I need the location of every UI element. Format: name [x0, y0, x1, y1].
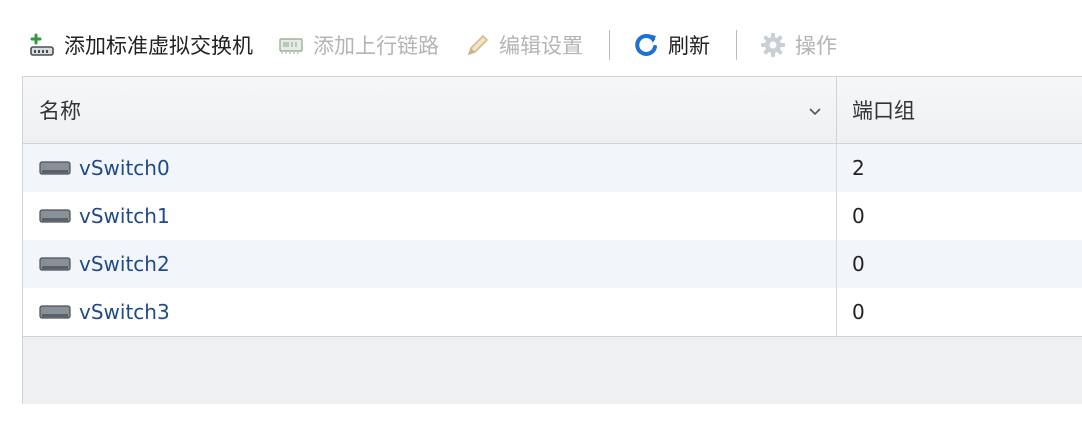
- column-header-name-label: 名称: [39, 99, 81, 123]
- toolbar-divider: [609, 30, 610, 60]
- toolbar: 添加标准虚拟交换机 添加上行链路 编辑设置 刷新 操作: [0, 20, 1082, 70]
- network-card-icon: [277, 31, 305, 59]
- actions-label: 操作: [795, 34, 837, 58]
- vswitch-link[interactable]: vSwitch3: [79, 300, 170, 324]
- chevron-down-icon[interactable]: [806, 101, 824, 119]
- vswitch-icon: [39, 305, 71, 319]
- vswitch-icon: [39, 209, 71, 223]
- edit-settings-label: 编辑设置: [499, 34, 583, 58]
- table-row[interactable]: vSwitch2 0: [23, 240, 1082, 288]
- actions-button[interactable]: 操作: [759, 27, 837, 63]
- add-uplink-label: 添加上行链路: [313, 34, 439, 58]
- add-network-icon: [28, 31, 56, 59]
- refresh-label: 刷新: [668, 34, 710, 58]
- grid-footer: [23, 336, 1082, 404]
- cell-name: vSwitch3: [23, 288, 837, 336]
- edit-settings-button[interactable]: 编辑设置: [463, 27, 583, 63]
- cell-port-groups: 2: [852, 156, 865, 180]
- table-header: 名称 端口组: [23, 77, 1082, 144]
- column-header-port-groups-label: 端口组: [852, 99, 915, 123]
- refresh-button[interactable]: 刷新: [632, 27, 710, 63]
- add-standard-vswitch-button[interactable]: 添加标准虚拟交换机: [28, 27, 253, 63]
- refresh-icon: [632, 31, 660, 59]
- add-uplink-button[interactable]: 添加上行链路: [277, 27, 439, 63]
- pencil-icon: [463, 31, 491, 59]
- vswitch-grid: 名称 端口组 vSwitch0 2 vSwitch1 0 vSwitch2 0 …: [22, 76, 1082, 404]
- vswitch-icon: [39, 161, 71, 175]
- vswitch-link[interactable]: vSwitch1: [79, 204, 170, 228]
- vswitch-icon: [39, 257, 71, 271]
- cell-port-groups: 0: [852, 252, 865, 276]
- table-row[interactable]: vSwitch1 0: [23, 192, 1082, 240]
- add-standard-vswitch-label: 添加标准虚拟交换机: [64, 34, 253, 58]
- cell-name: vSwitch1: [23, 192, 837, 240]
- column-header-port-groups[interactable]: 端口组: [838, 77, 1082, 143]
- gear-icon: [759, 31, 787, 59]
- cell-port-groups: 0: [852, 300, 865, 324]
- table-body: vSwitch0 2 vSwitch1 0 vSwitch2 0 vSwitch…: [23, 144, 1082, 336]
- vswitch-link[interactable]: vSwitch0: [79, 156, 170, 180]
- cell-port-groups: 0: [852, 204, 865, 228]
- toolbar-divider: [736, 30, 737, 60]
- cell-name: vSwitch2: [23, 240, 837, 288]
- column-header-name[interactable]: 名称: [23, 77, 837, 143]
- table-row[interactable]: vSwitch3 0: [23, 288, 1082, 336]
- vswitch-link[interactable]: vSwitch2: [79, 252, 170, 276]
- table-row[interactable]: vSwitch0 2: [23, 144, 1082, 192]
- cell-name: vSwitch0: [23, 144, 837, 192]
